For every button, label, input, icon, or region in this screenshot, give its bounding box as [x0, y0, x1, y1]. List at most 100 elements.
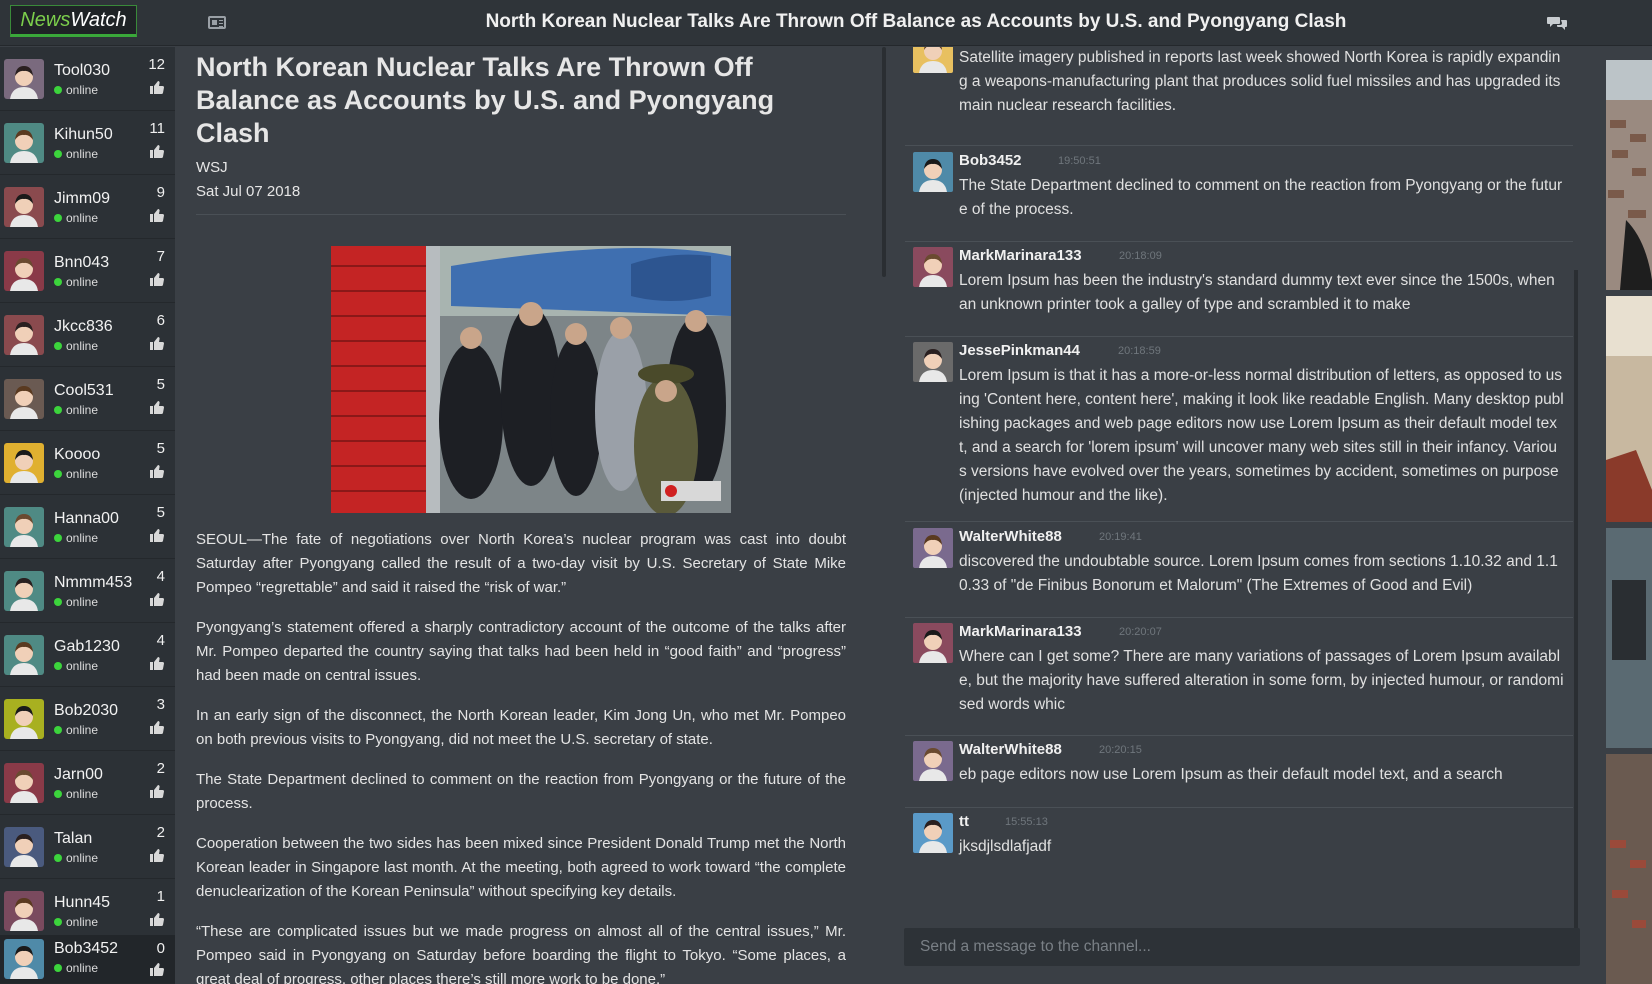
app-logo[interactable]: News Watch	[10, 5, 137, 37]
message-author[interactable]: MarkMarinara133	[959, 247, 1082, 264]
chat-panel: Satellite imagery published in reports l…	[905, 47, 1578, 927]
avatar[interactable]	[913, 741, 953, 781]
thumbs-up-icon[interactable]	[149, 527, 165, 543]
message-author[interactable]: JessePinkman44	[959, 342, 1080, 359]
status-indicator: online	[54, 851, 98, 865]
article-paragraph: “These are complicated issues but we mad…	[196, 923, 846, 984]
message-text: Lorem Ipsum has been the industry's stan…	[959, 272, 1555, 313]
thumbs-up-icon[interactable]	[149, 399, 165, 415]
sidebar-user-hanna00[interactable]: Hanna00 online 5	[0, 495, 175, 559]
avatar	[4, 763, 44, 803]
like-count: 11	[149, 120, 165, 137]
sidebar-user-koooo[interactable]: Koooo online 5	[0, 431, 175, 495]
avatar	[4, 507, 44, 547]
chat-message-input[interactable]: Send a message to the channel...	[904, 928, 1580, 966]
avatar[interactable]	[913, 247, 953, 287]
sidebar-user-hunn45[interactable]: Hunn45 online 1	[0, 879, 175, 943]
user-name: Kihun50	[54, 126, 113, 143]
avatar	[4, 891, 44, 931]
chat-message: Bob3452 19:50:51 The State Department decl…	[905, 152, 1573, 242]
thumbs-up-icon[interactable]	[149, 847, 165, 863]
like-count: 1	[156, 888, 165, 905]
online-dot-icon	[54, 854, 62, 862]
avatar	[4, 59, 44, 99]
thumbs-up-icon[interactable]	[149, 207, 165, 223]
chat-bubbles-icon[interactable]	[1547, 15, 1567, 31]
sidebar-user-jarn00[interactable]: Jarn00 online 2	[0, 751, 175, 815]
sidebar-user-nmmm453[interactable]: Nmmm453 online 4	[0, 559, 175, 623]
article-panel: North Korean Nuclear Talks Are Thrown Of…	[180, 47, 883, 984]
thumbs-up-icon[interactable]	[149, 911, 165, 927]
online-dot-icon	[54, 534, 62, 542]
status-text: online	[66, 851, 99, 865]
thumbs-up-icon[interactable]	[149, 271, 165, 287]
thumbs-up-icon[interactable]	[149, 463, 165, 479]
sidebar-user-jkcc836[interactable]: Jkcc836 online 6	[0, 303, 175, 367]
message-text: Lorem Ipsum is that it has a more-or-les…	[959, 367, 1564, 504]
sidebar-user-jimm09[interactable]: Jimm09 online 9	[0, 175, 175, 239]
sidebar-user-kihun50[interactable]: Kihun50 online 11	[0, 111, 175, 175]
sidebar-user-bnn043[interactable]: Bnn043 online 7	[0, 239, 175, 303]
user-name: Bob2030	[54, 702, 119, 719]
thumbs-up-icon[interactable]	[149, 655, 165, 671]
article-scrollbar[interactable]	[882, 47, 886, 277]
chat-scrollbar[interactable]	[1574, 270, 1578, 930]
avatar[interactable]	[913, 623, 953, 663]
like-count: 7	[156, 248, 165, 265]
status-text: online	[66, 787, 99, 801]
avatar[interactable]	[913, 47, 953, 73]
avatar[interactable]	[913, 342, 953, 382]
like-count: 5	[156, 440, 165, 457]
avatar	[4, 187, 44, 227]
avatar	[4, 379, 44, 419]
status-text: online	[66, 723, 99, 737]
message-author[interactable]: WalterWhite88	[959, 741, 1062, 758]
article-paragraph: Cooperation between the two sides has be…	[196, 835, 846, 900]
like-count: 0	[156, 940, 165, 957]
article-paragraph: In an early sign of the disconnect, the …	[196, 707, 846, 748]
avatar	[4, 699, 44, 739]
sidebar-user-bob3452[interactable]: Bob3452 online 0	[0, 935, 175, 984]
thumbs-up-icon[interactable]	[149, 335, 165, 351]
thumbs-up-icon[interactable]	[149, 719, 165, 735]
message-text: discovered the undoubtable source. Lorem…	[959, 553, 1558, 594]
newspaper-icon[interactable]	[208, 16, 226, 29]
message-author[interactable]: tt	[959, 813, 969, 830]
status-text: online	[66, 275, 99, 289]
status-text: online	[66, 211, 99, 225]
thumbs-up-icon[interactable]	[149, 143, 165, 159]
like-count: 4	[156, 568, 165, 585]
avatar[interactable]	[913, 528, 953, 568]
user-name: Nmmm453	[54, 574, 133, 591]
thumbs-up-icon[interactable]	[149, 591, 165, 607]
avatar[interactable]	[913, 813, 953, 853]
sidebar-user-tool030[interactable]: Tool030 online 12	[0, 47, 175, 111]
online-dot-icon	[54, 470, 62, 478]
sidebar-user-gab1230[interactable]: Gab1230 online 4	[0, 623, 175, 687]
status-indicator: online	[54, 595, 98, 609]
like-count: 5	[156, 376, 165, 393]
message-timestamp: 20:20:07	[1119, 626, 1162, 638]
user-name: Koooo	[54, 446, 101, 463]
thumbs-up-icon[interactable]	[149, 783, 165, 799]
message-author[interactable]: Bob3452	[959, 152, 1022, 169]
status-text: online	[66, 659, 99, 673]
user-name: Cool531	[54, 382, 114, 399]
thumbs-up-icon[interactable]	[149, 961, 165, 977]
user-name: Bnn043	[54, 254, 110, 271]
status-indicator: online	[54, 467, 98, 481]
online-dot-icon	[54, 150, 62, 158]
sidebar-user-bob2030[interactable]: Bob2030 online 3	[0, 687, 175, 751]
avatar[interactable]	[913, 152, 953, 192]
sidebar-user-cool531[interactable]: Cool531 online 5	[0, 367, 175, 431]
message-author[interactable]: WalterWhite88	[959, 528, 1062, 545]
article-photo	[331, 246, 731, 513]
online-dot-icon	[54, 214, 62, 222]
online-dot-icon	[54, 790, 62, 798]
chat-message: JessePinkman44 20:18:59 Lorem Ipsum is tha…	[905, 342, 1573, 522]
message-author[interactable]: MarkMarinara133	[959, 623, 1082, 640]
sidebar-user-talan[interactable]: Talan online 2	[0, 815, 175, 879]
status-indicator: online	[54, 275, 98, 289]
thumbs-up-icon[interactable]	[149, 79, 165, 95]
message-timestamp: 20:18:59	[1118, 345, 1161, 357]
